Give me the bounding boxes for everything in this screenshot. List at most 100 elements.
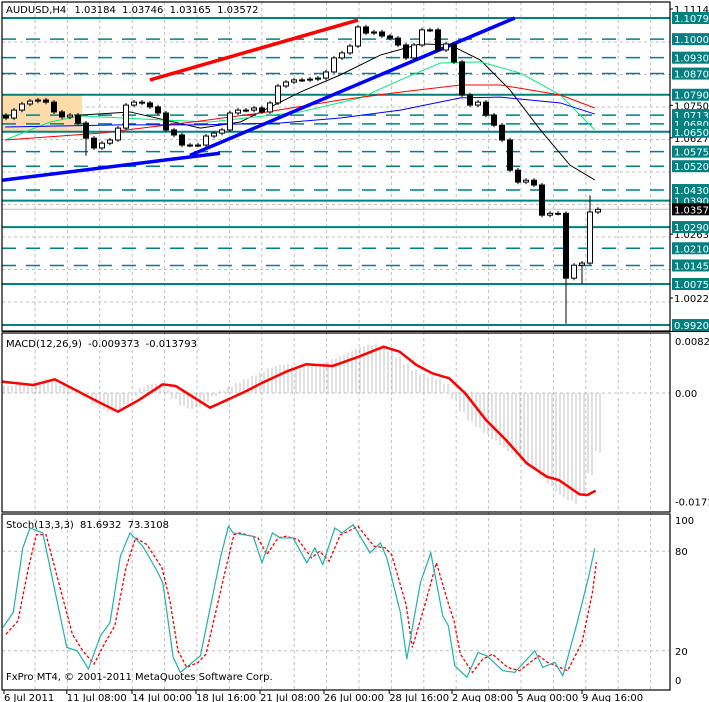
level-label: 1.09300 — [674, 54, 709, 65]
candle — [403, 42, 409, 61]
candle-body-bear — [259, 107, 265, 113]
macd-signal-value: -0.013793 — [146, 339, 197, 350]
macd-header: MACD(12,26,9) -0.009373 -0.013793 — [6, 339, 197, 350]
candle-body-bear — [75, 114, 81, 124]
candle — [219, 127, 225, 136]
stoch-axis-label: 0 — [675, 676, 681, 687]
candle-body-bull — [571, 264, 577, 279]
candle — [491, 113, 497, 128]
price-panel[interactable] — [1, 16, 670, 327]
candle — [443, 41, 449, 53]
candle — [107, 137, 113, 146]
candle — [331, 55, 337, 75]
candle — [531, 178, 537, 188]
candle-body-bull — [523, 179, 529, 183]
candle-body-bull — [427, 29, 433, 32]
trading-chart[interactable]: 1.111401.075001.062751.026351.002201.107… — [0, 0, 709, 702]
candle — [539, 182, 545, 218]
candle-body-bear — [171, 129, 177, 136]
stoch-header: Stoch(13,3,3) 81.6932 73.3108 — [6, 520, 169, 531]
candle — [547, 211, 553, 218]
candle — [587, 195, 593, 266]
macd-main-value: -0.009373 — [88, 339, 139, 350]
candle-body-bull — [595, 208, 601, 213]
candle — [283, 79, 289, 89]
candle-body-bear — [363, 26, 369, 34]
time-axis-label: 9 Aug 16:00 — [582, 693, 643, 702]
candle — [523, 178, 529, 185]
candle — [195, 142, 201, 148]
candle-body-bear — [3, 114, 9, 119]
candle-body-bear — [467, 94, 473, 106]
candle-body-bull — [123, 104, 129, 129]
candle-body-bear — [387, 35, 393, 39]
stoch-axis-label: 80 — [675, 547, 688, 558]
candle — [595, 207, 601, 215]
candle — [171, 127, 177, 138]
panel-frame — [1, 513, 671, 691]
time-axis-label: 14 Jul 00:00 — [132, 693, 192, 702]
candle-body-bull — [315, 77, 321, 80]
trendline — [189, 16, 516, 157]
macd-panel[interactable] — [1, 343, 670, 504]
level-label: 1.05750 — [674, 148, 709, 159]
candle-body-bull — [219, 129, 225, 134]
candle-body-bull — [299, 79, 305, 82]
candle — [515, 168, 521, 185]
time-axis-label: 26 Jul 00:00 — [324, 693, 384, 702]
candle-body-bull — [323, 71, 329, 79]
candle — [235, 107, 241, 116]
candle-body-bear — [147, 102, 153, 108]
candle-body-bull — [35, 99, 41, 102]
candle — [315, 75, 321, 82]
candle-body-bear — [59, 111, 65, 118]
candle-body-bull — [371, 31, 377, 34]
time-axis-label: 2 Aug 08:00 — [452, 693, 513, 702]
candle — [83, 120, 89, 156]
stoch-signal-value: 73.3108 — [128, 520, 169, 531]
candle — [163, 110, 169, 133]
candle — [427, 27, 433, 33]
candle-body-bull — [27, 100, 33, 105]
candle-body-bear — [403, 44, 409, 59]
candle — [267, 100, 273, 115]
chart-header: AUDUSD,H4 1.03184 1.03746 1.03165 1.0357… — [6, 5, 258, 16]
candle-body-bear — [379, 31, 385, 37]
stochastic-panel[interactable] — [2, 523, 670, 679]
candle-body-bull — [19, 103, 25, 111]
level-label: 1.01450 — [674, 261, 709, 272]
candle-body-bull — [251, 107, 257, 111]
macd-axis-label: 0.00 — [675, 389, 697, 400]
candle-body-bear — [91, 137, 97, 149]
candle — [155, 104, 161, 116]
candle — [339, 50, 345, 61]
time-axis-label: 18 Jul 16:00 — [196, 693, 256, 702]
time-axis-label: 28 Jul 16:00 — [389, 693, 449, 702]
candle — [139, 100, 145, 106]
candle-body-bear — [515, 169, 521, 183]
candle-body-bull — [331, 57, 337, 73]
candle-body-bull — [115, 127, 121, 141]
candle-body-bear — [563, 212, 569, 279]
candle — [371, 29, 377, 36]
candle-body-bear — [539, 184, 545, 216]
macd-axis-label: 0.008210 — [675, 337, 709, 348]
candle-body-bull — [203, 135, 209, 146]
candle-body-bull — [11, 109, 17, 119]
candle-body-bull — [419, 29, 425, 46]
candle — [459, 59, 465, 98]
candle-body-bear — [507, 139, 513, 171]
candle — [411, 42, 417, 61]
candle — [467, 92, 473, 108]
candle-body-bear — [491, 114, 497, 126]
candle-body-bear — [51, 101, 57, 113]
level-label: 1.06500 — [674, 128, 709, 139]
candle — [123, 102, 129, 131]
close-price: 1.03572 — [217, 5, 258, 16]
candle-body-bull — [243, 109, 249, 112]
stoch-main-line — [2, 523, 596, 679]
candle — [363, 24, 369, 36]
copyright: FxPro MT4, © 2001-2011 MetaQuotes Softwa… — [6, 672, 273, 683]
candle-body-bull — [411, 44, 417, 59]
candle-body-bull — [227, 112, 233, 131]
